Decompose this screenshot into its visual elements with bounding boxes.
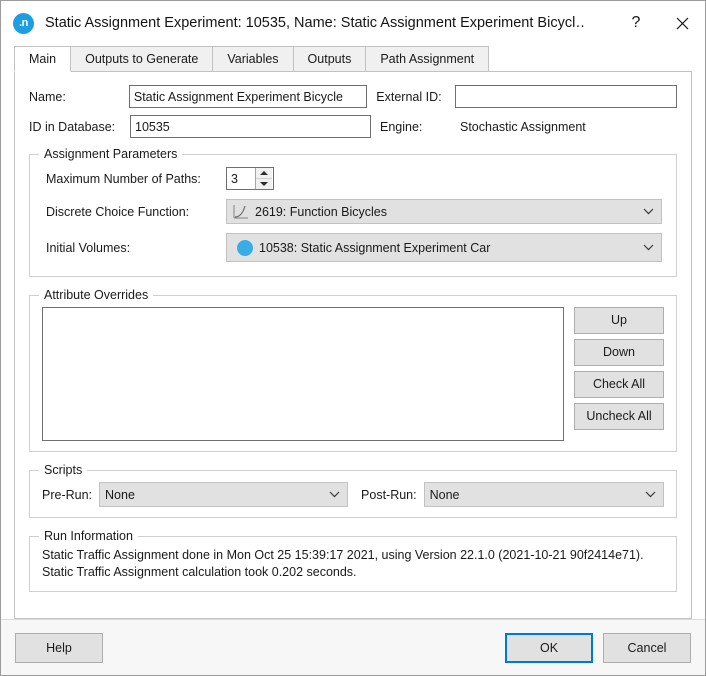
engine-label: Engine: xyxy=(380,119,423,134)
cancel-button[interactable]: Cancel xyxy=(603,632,691,663)
pre-run-combobox[interactable]: None xyxy=(99,482,349,507)
scripts-row: Pre-Run: None Post-Run: None xyxy=(42,482,664,507)
tab-path-assignment[interactable]: Path Assignment xyxy=(365,46,490,72)
chevron-down-icon xyxy=(639,491,661,498)
app-logo-icon: .n xyxy=(13,12,34,34)
attribute-overrides-listbox[interactable] xyxy=(42,307,564,441)
discrete-choice-function-label: Discrete Choice Function: xyxy=(46,204,190,219)
tab-outputs[interactable]: Outputs xyxy=(292,46,367,72)
id-in-database-label: ID in Database: xyxy=(29,119,116,134)
external-id-label: External ID: xyxy=(376,89,442,104)
scripts-group: Scripts Pre-Run: None Post-Run: None xyxy=(29,463,677,518)
help-icon-button[interactable]: ? xyxy=(613,1,659,45)
chevron-down-icon xyxy=(637,208,659,215)
max-paths-label: Maximum Number of Paths: xyxy=(46,171,201,186)
chevron-down-icon xyxy=(323,491,345,498)
help-button[interactable]: Help xyxy=(15,632,103,663)
post-run-label: Post-Run: xyxy=(361,487,417,502)
name-row: Name: External ID: xyxy=(29,85,678,108)
discrete-choice-function-combobox[interactable]: 2619: Function Bicycles xyxy=(226,199,662,224)
initial-volumes-label: Initial Volumes: xyxy=(46,240,131,255)
id-in-database-input[interactable] xyxy=(130,115,371,138)
run-information-group: Run Information Static Traffic Assignmen… xyxy=(29,529,677,592)
initial-volumes-row: Initial Volumes: 10538: Static Assignmen… xyxy=(46,233,662,262)
assignment-parameters-group: Assignment Parameters Maximum Number of … xyxy=(29,147,677,277)
initial-volumes-value: 10538: Static Assignment Experiment Car xyxy=(259,240,491,255)
dialog-footer: Help OK Cancel xyxy=(1,619,705,675)
stepper-decrement-button[interactable] xyxy=(256,178,272,189)
pre-run-label: Pre-Run: xyxy=(42,487,93,502)
max-paths-stepper[interactable] xyxy=(226,167,274,190)
down-button[interactable]: Down xyxy=(574,339,664,366)
close-icon-button[interactable] xyxy=(659,1,705,45)
tab-variables[interactable]: Variables xyxy=(212,46,294,72)
max-paths-input[interactable] xyxy=(227,168,255,189)
function-curve-icon xyxy=(233,205,248,219)
attribute-overrides-legend: Attribute Overrides xyxy=(39,288,154,302)
pre-run-value: None xyxy=(105,487,135,502)
assignment-parameters-legend: Assignment Parameters xyxy=(39,147,183,161)
tab-main[interactable]: Main xyxy=(14,46,72,72)
tab-bar: Main Outputs to Generate Variables Outpu… xyxy=(1,45,705,72)
attribute-overrides-group: Attribute Overrides Up Down Check All Un… xyxy=(29,288,677,452)
stepper-buttons xyxy=(255,168,272,189)
discrete-choice-function-value: 2619: Function Bicycles xyxy=(255,204,388,219)
main-tab-panel: Name: External ID: ID in Database: Engin… xyxy=(14,72,692,619)
run-information-text: Static Traffic Assignment done in Mon Oc… xyxy=(42,548,644,579)
attribute-overrides-buttons: Up Down Check All Uncheck All xyxy=(574,307,664,430)
name-label: Name: xyxy=(29,89,66,104)
run-information-legend: Run Information xyxy=(39,529,138,543)
window-controls: ? xyxy=(613,1,705,45)
id-in-database-row: ID in Database: Engine: Stochastic Assig… xyxy=(29,115,677,138)
up-button[interactable]: Up xyxy=(574,307,664,334)
discrete-choice-row: Discrete Choice Function: 2619: Function… xyxy=(46,199,662,224)
ok-button[interactable]: OK xyxy=(505,632,593,663)
name-input[interactable] xyxy=(128,85,368,108)
window-title: Static Assignment Experiment: 10535, Nam… xyxy=(45,15,585,31)
dialog-window: .n Static Assignment Experiment: 10535, … xyxy=(0,0,706,676)
external-id-input[interactable] xyxy=(455,85,678,108)
stepper-increment-button[interactable] xyxy=(256,168,272,179)
post-run-combobox[interactable]: None xyxy=(423,482,664,507)
arrow-down-icon xyxy=(260,181,268,186)
tab-outputs-to-generate[interactable]: Outputs to Generate xyxy=(70,46,214,72)
initial-volumes-combobox[interactable]: 10538: Static Assignment Experiment Car xyxy=(226,233,662,262)
arrow-up-icon xyxy=(260,170,268,175)
title-bar: .n Static Assignment Experiment: 10535, … xyxy=(1,1,705,45)
post-run-value: None xyxy=(429,487,460,502)
close-icon xyxy=(676,17,688,29)
check-all-button[interactable]: Check All xyxy=(574,371,664,398)
blue-circle-icon xyxy=(237,239,253,256)
scripts-legend: Scripts xyxy=(39,463,88,477)
uncheck-all-button[interactable]: Uncheck All xyxy=(574,403,664,430)
max-paths-row: Maximum Number of Paths: xyxy=(46,167,662,190)
chevron-down-icon xyxy=(637,244,659,251)
engine-value: Stochastic Assignment xyxy=(460,119,586,134)
